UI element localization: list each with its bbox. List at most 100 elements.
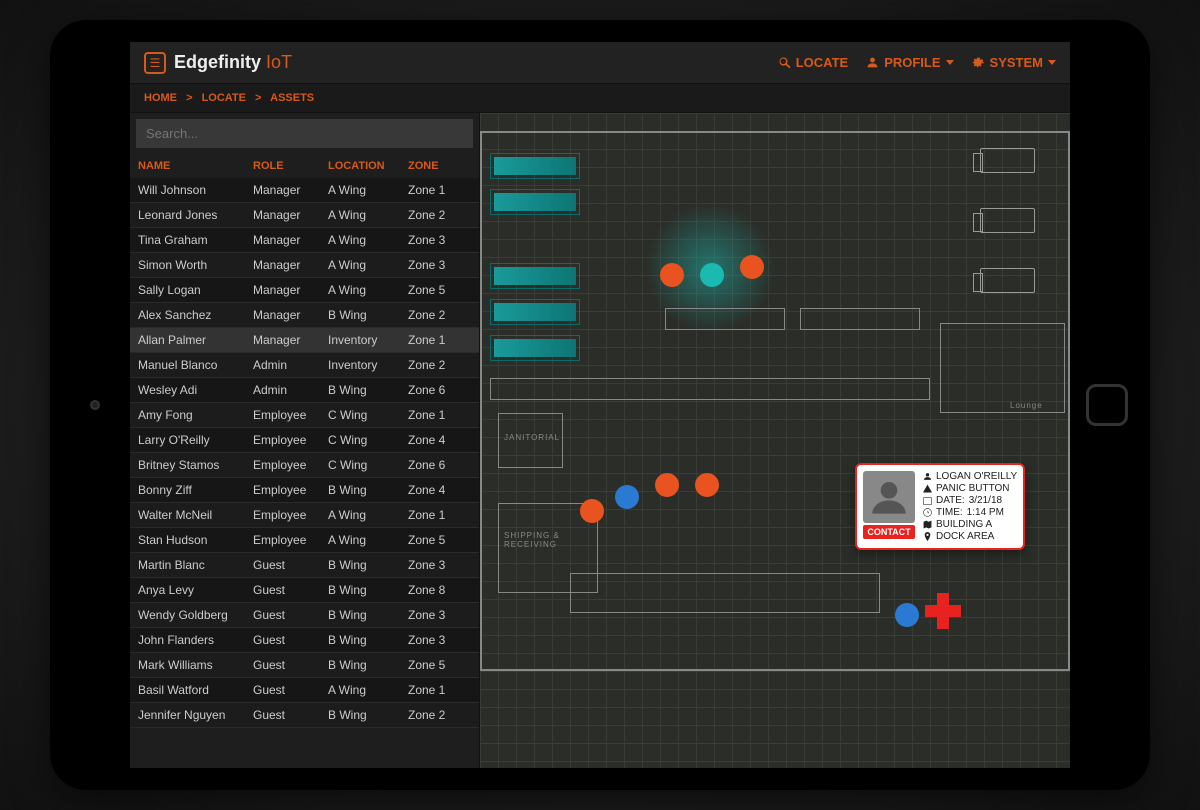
table-row[interactable]: Walter McNeilEmployeeA WingZone 1 xyxy=(130,503,479,528)
shelf xyxy=(800,308,920,330)
table-row[interactable]: Manuel BlancoAdminInventoryZone 2 xyxy=(130,353,479,378)
nav-profile[interactable]: PROFILE xyxy=(866,55,953,70)
cell-name: Simon Worth xyxy=(138,258,253,272)
cell-role: Employee xyxy=(253,483,328,497)
tablet-home-button[interactable] xyxy=(1086,384,1128,426)
app-screen: ☰ Edgefinity IoT LOCATE PROFILE SYSTEM xyxy=(130,42,1070,768)
table-row[interactable]: Leonard JonesManagerA WingZone 2 xyxy=(130,203,479,228)
table-row[interactable]: Basil WatfordGuestA WingZone 1 xyxy=(130,678,479,703)
cell-location: A Wing xyxy=(328,208,408,222)
cell-location: A Wing xyxy=(328,508,408,522)
cell-zone: Zone 5 xyxy=(408,658,468,672)
breadcrumb-assets[interactable]: ASSETS xyxy=(270,92,314,104)
search-input[interactable] xyxy=(136,119,473,148)
asset-dot-blue[interactable] xyxy=(895,603,919,627)
warning-icon xyxy=(923,484,932,493)
nav-system[interactable]: SYSTEM xyxy=(972,55,1056,70)
pin-icon xyxy=(923,532,932,541)
table-body[interactable]: Will JohnsonManagerA WingZone 1Leonard J… xyxy=(130,178,479,768)
table-row[interactable]: Tina GrahamManagerA WingZone 3 xyxy=(130,228,479,253)
contact-button[interactable]: CONTACT xyxy=(863,525,914,539)
nav-locate[interactable]: LOCATE xyxy=(778,55,848,70)
asset-dot-orange[interactable] xyxy=(740,255,764,279)
table-row[interactable]: Wesley AdiAdminB WingZone 6 xyxy=(130,378,479,403)
cell-zone: Zone 2 xyxy=(408,208,468,222)
cell-zone: Zone 2 xyxy=(408,708,468,722)
col-location[interactable]: LOCATION xyxy=(328,160,408,172)
table-row[interactable]: Bonny ZiffEmployeeB WingZone 4 xyxy=(130,478,479,503)
table-row[interactable]: Stan HudsonEmployeeA WingZone 5 xyxy=(130,528,479,553)
table-row[interactable]: Wendy GoldbergGuestB WingZone 3 xyxy=(130,603,479,628)
cell-location: A Wing xyxy=(328,283,408,297)
cell-role: Admin xyxy=(253,383,328,397)
cell-role: Admin xyxy=(253,358,328,372)
popup-info: LOGAN O'REILLY PANIC BUTTON DATE: 3/21/1… xyxy=(923,471,1017,542)
shelf xyxy=(665,308,785,330)
cell-role: Manager xyxy=(253,333,328,347)
alert-popup: CONTACT LOGAN O'REILLY PANIC BUTTON DATE… xyxy=(855,463,1025,550)
table-row[interactable]: John FlandersGuestB WingZone 3 xyxy=(130,628,479,653)
asset-dot-blue[interactable] xyxy=(615,485,639,509)
cell-zone: Zone 3 xyxy=(408,558,468,572)
cell-zone: Zone 1 xyxy=(408,508,468,522)
asset-dot-orange[interactable] xyxy=(655,473,679,497)
asset-dot-teal[interactable] xyxy=(700,263,724,287)
cell-role: Employee xyxy=(253,533,328,547)
cell-name: Leonard Jones xyxy=(138,208,253,222)
table-row[interactable]: Britney StamosEmployeeC WingZone 6 xyxy=(130,453,479,478)
table-row[interactable]: Martin BlancGuestB WingZone 3 xyxy=(130,553,479,578)
popup-name: LOGAN O'REILLY xyxy=(936,471,1017,482)
breadcrumb-home[interactable]: HOME xyxy=(144,92,177,104)
col-role[interactable]: ROLE xyxy=(253,160,328,172)
col-zone[interactable]: ZONE xyxy=(408,160,468,172)
col-name[interactable]: NAME xyxy=(138,160,253,172)
calendar-icon xyxy=(923,496,932,505)
main-body: NAME ROLE LOCATION ZONE Will JohnsonMana… xyxy=(130,113,1070,768)
cell-role: Guest xyxy=(253,708,328,722)
table-header: NAME ROLE LOCATION ZONE xyxy=(130,154,479,178)
truck xyxy=(980,148,1035,173)
cell-name: Walter McNeil xyxy=(138,508,253,522)
table-row[interactable]: Anya LevyGuestB WingZone 8 xyxy=(130,578,479,603)
pallet xyxy=(490,189,580,215)
cell-location: Inventory xyxy=(328,358,408,372)
cell-name: Anya Levy xyxy=(138,583,253,597)
cell-zone: Zone 1 xyxy=(408,408,468,422)
asset-dot-orange[interactable] xyxy=(695,473,719,497)
cell-name: Tina Graham xyxy=(138,233,253,247)
popup-time-label: TIME: xyxy=(936,507,963,518)
cell-location: C Wing xyxy=(328,408,408,422)
cell-name: Amy Fong xyxy=(138,408,253,422)
cell-zone: Zone 5 xyxy=(408,283,468,297)
breadcrumb: HOME > LOCATE > ASSETS xyxy=(130,84,1070,113)
table-row[interactable]: Will JohnsonManagerA WingZone 1 xyxy=(130,178,479,203)
table-row[interactable]: Jennifer NguyenGuestB WingZone 2 xyxy=(130,703,479,728)
floor-map[interactable]: JANITORIAL SHIPPING & RECEIVING Lounge xyxy=(480,113,1070,768)
table-row[interactable]: Simon WorthManagerA WingZone 3 xyxy=(130,253,479,278)
table-row[interactable]: Allan PalmerManagerInventoryZone 1 xyxy=(130,328,479,353)
table-row[interactable]: Sally LoganManagerA WingZone 5 xyxy=(130,278,479,303)
asset-dot-orange[interactable] xyxy=(580,499,604,523)
breadcrumb-sep: > xyxy=(255,92,261,104)
table-row[interactable]: Amy FongEmployeeC WingZone 1 xyxy=(130,403,479,428)
cell-zone: Zone 1 xyxy=(408,183,468,197)
cell-location: B Wing xyxy=(328,708,408,722)
cell-role: Employee xyxy=(253,458,328,472)
cell-name: Larry O'Reilly xyxy=(138,433,253,447)
table-row[interactable]: Larry O'ReillyEmployeeC WingZone 4 xyxy=(130,428,479,453)
cell-role: Guest xyxy=(253,658,328,672)
cell-role: Manager xyxy=(253,208,328,222)
table-row[interactable]: Mark WilliamsGuestB WingZone 5 xyxy=(130,653,479,678)
app-logo[interactable]: ☰ Edgefinity IoT xyxy=(144,52,292,74)
alert-cross-icon[interactable] xyxy=(925,593,961,629)
breadcrumb-locate[interactable]: LOCATE xyxy=(202,92,246,104)
cell-name: Will Johnson xyxy=(138,183,253,197)
avatar xyxy=(863,471,915,523)
caret-down-icon xyxy=(946,60,954,65)
cell-location: A Wing xyxy=(328,183,408,197)
logo-text: Edgefinity IoT xyxy=(174,52,292,73)
asset-dot-orange[interactable] xyxy=(660,263,684,287)
breadcrumb-sep: > xyxy=(186,92,192,104)
table-row[interactable]: Alex SanchezManagerB WingZone 2 xyxy=(130,303,479,328)
cell-role: Guest xyxy=(253,583,328,597)
